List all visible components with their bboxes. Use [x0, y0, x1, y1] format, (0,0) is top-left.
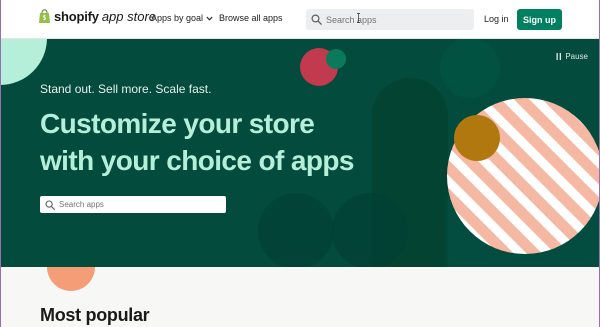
hero-search-input[interactable] — [59, 200, 219, 209]
hero-heading: Customize your store with your choice of… — [40, 108, 354, 176]
hero-banner: Pause Stand out. Sell more. Scale fast. … — [0, 38, 600, 267]
search-icon — [45, 199, 55, 210]
shopify-bag-icon — [39, 9, 50, 23]
carousel-pause-button[interactable]: Pause — [556, 52, 588, 61]
pause-label: Pause — [565, 52, 588, 61]
nav-browse-all-apps[interactable]: Browse all apps — [219, 13, 283, 23]
hero-search-bar[interactable] — [40, 196, 226, 213]
hero-tagline: Stand out. Sell more. Scale fast. — [40, 82, 212, 96]
signup-button[interactable]: Sign up — [517, 9, 562, 30]
pause-icon — [556, 53, 562, 60]
header-search-bar[interactable] — [306, 9, 474, 30]
logo-subtitle: app store — [101, 9, 157, 24]
login-link[interactable]: Log in — [484, 14, 509, 24]
shopify-app-store-logo[interactable]: shopify app store — [38, 9, 156, 24]
logo-wordmark: shopify — [54, 9, 99, 24]
search-icon — [311, 14, 322, 25]
header-search-input[interactable] — [326, 14, 466, 25]
most-popular-heading: Most popular — [40, 305, 150, 325]
text-cursor-icon — [357, 13, 360, 23]
nav-apps-by-goal[interactable]: Apps by goal — [151, 13, 213, 23]
nav-apps-by-goal-label: Apps by goal — [151, 13, 204, 23]
window-edge-left — [0, 0, 1, 327]
top-navigation-bar: shopify app store Apps by goal Browse al… — [0, 0, 600, 39]
chevron-down-icon — [206, 16, 213, 21]
